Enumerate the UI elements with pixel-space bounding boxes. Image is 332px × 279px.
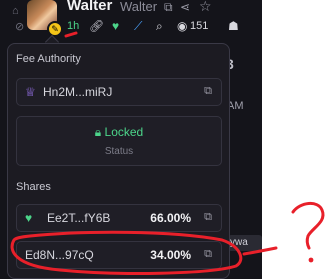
share-percent: 66.00% (150, 211, 191, 225)
token-name: Walter (67, 0, 113, 14)
share-address: Ed8N...97cQ (25, 248, 94, 262)
fee-authority-address: Hn2M...miRJ (43, 85, 113, 99)
share-row[interactable]: ♥ Ee2T...fY6B 66.00% ⧉ (16, 204, 222, 232)
share-row[interactable]: Ed8N...97cQ 34.00% ⧉ (16, 241, 222, 269)
shield-icon: ⌂ (12, 5, 19, 17)
copy-icon[interactable]: ⧉ (164, 0, 173, 15)
ghost-icon[interactable]: ☗ (228, 17, 239, 35)
external-link-icon[interactable]: ⧉ (204, 211, 212, 224)
shares-label: Shares (16, 181, 51, 193)
lock-icon: 🔒︎ (94, 125, 102, 139)
external-link-icon[interactable]: ⧉ (204, 248, 212, 261)
share-percent: 34.00% (150, 248, 191, 262)
token-header: ⌂ ⊘ ✎ Walter Walter ⧉ ⋖ ☆ 1h 🔗︎ ♥ ⟋ ⌕ ◉ … (0, 0, 262, 42)
locked-text: Locked (104, 125, 144, 139)
age-label: 1h (67, 20, 80, 32)
fee-authority-label: Fee Authority (16, 53, 81, 65)
link-icon[interactable]: 🔗︎ (89, 17, 104, 35)
token-subname: Walter (120, 0, 158, 14)
share-address: Ee2T...fY6B (47, 211, 111, 225)
eye-icon: ◉ (177, 19, 188, 33)
fee-popover: Fee Authority ♕ Hn2M...miRJ ⧉ 🔒︎ Locked … (7, 43, 230, 279)
locked-status: 🔒︎ Locked (17, 125, 221, 140)
heart-icon[interactable]: ♥ (112, 17, 119, 35)
feather-icon[interactable]: ⟋ (134, 17, 142, 35)
fee-authority-field[interactable]: ♕ Hn2M...miRJ ⧉ (16, 78, 222, 106)
annotation-question-mark (291, 202, 325, 250)
share-icon[interactable]: ⋖ (180, 0, 190, 14)
crown-icon: ♕ (25, 85, 36, 99)
annotation-question-dot (308, 257, 314, 263)
external-link-icon[interactable]: ⧉ (204, 85, 212, 98)
pencil-icon[interactable]: ✎ (47, 21, 63, 37)
heart-icon: ♥ (25, 211, 33, 225)
background-chip[interactable]: ywa (228, 235, 262, 251)
star-icon[interactable]: ☆ (199, 0, 212, 15)
status-label: Status (104, 146, 134, 157)
views-count: 151 (190, 20, 209, 32)
lock-status-box: 🔒︎ Locked Status (16, 116, 222, 166)
search-icon[interactable]: ⌕ (156, 17, 163, 35)
slash-icon: ⊘ (15, 21, 25, 33)
